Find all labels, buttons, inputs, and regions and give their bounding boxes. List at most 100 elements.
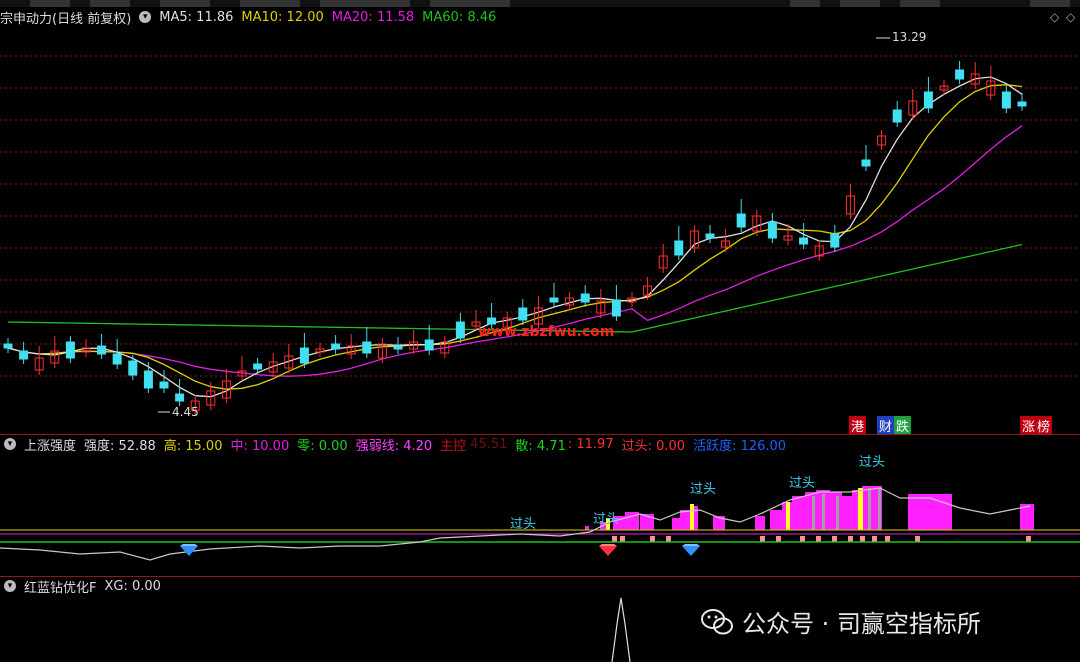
candle-body (736, 213, 746, 228)
overhead-label-4: 过头 (789, 476, 815, 491)
red-diamond-icon (599, 544, 617, 556)
strength-bar (792, 496, 806, 530)
watermark-text: 公众号 · 司赢空指标所 (742, 610, 981, 638)
pink-marker (860, 536, 865, 542)
overhead-value: 过头: 0.00 (621, 438, 686, 454)
badge-finance[interactable]: 财 (877, 416, 895, 435)
scatter-value: 散: 4.71 (515, 438, 566, 454)
pink-marker (872, 536, 877, 542)
pink-marker (620, 536, 625, 542)
overhead-label-5: 过头 (859, 455, 885, 470)
mid-value: 中: 10.00 (230, 438, 290, 454)
indicator2-name[interactable]: 红蓝钻优化F (24, 577, 96, 596)
overhead-label-1: 过头 (510, 517, 536, 532)
overhead-label-2: 过头 (593, 512, 619, 527)
pink-marker (885, 536, 890, 542)
pink-marker (832, 536, 837, 542)
strength-bar (908, 494, 952, 530)
candle-body (861, 159, 871, 167)
strong-weak-value: 强弱线: 4.20 (355, 438, 433, 454)
activity-value: 活跃度: 126.00 (693, 438, 787, 454)
gray-bar (836, 496, 839, 530)
main-ctrl-label: 主控 (440, 438, 467, 454)
strength-bar (828, 492, 842, 530)
chevron-down-icon[interactable]: ▾ (139, 11, 152, 23)
strength-bar (770, 510, 784, 530)
diamond-icon[interactable]: ◇ (1050, 10, 1059, 24)
candle-body (892, 109, 902, 123)
candle-body (611, 299, 621, 317)
highlight-bar (786, 502, 790, 530)
candle-body (549, 297, 559, 303)
candle-body (799, 237, 809, 245)
candle-body (253, 363, 263, 370)
gray-bar (868, 488, 871, 530)
ma20-value: MA20: 11.58 (331, 9, 415, 25)
blue-diamond-icon (180, 544, 198, 556)
indicator1-chart[interactable]: 过头 过头 过头 过头 过头 (0, 452, 1080, 576)
gray-bar (812, 496, 815, 530)
candlestick-chart[interactable]: 13.29 4.45 www.zbzfwu.com (0, 26, 1080, 434)
wechat-watermark: 公众号 · 司赢空指标所 (700, 604, 981, 639)
candle-body (143, 370, 153, 389)
candle-body (955, 69, 965, 80)
xg-value: XG: 0.00 (104, 578, 161, 594)
main-chart-header: 宗申动力(日线 前复权) ▾ MA5: 11.86 MA10: 12.00 MA… (0, 8, 504, 27)
candle-body (65, 341, 75, 359)
candle-body (424, 339, 434, 351)
candle-body (767, 221, 777, 239)
xg-spike (611, 597, 631, 662)
candle-body (705, 233, 715, 239)
candle-body (112, 353, 122, 365)
high-value: 高: 15.00 (163, 438, 223, 454)
candle-body (455, 321, 465, 339)
pink-marker (816, 536, 821, 542)
pink-marker (776, 536, 781, 542)
highlight-bar (858, 488, 863, 530)
ma60-value: MA60: 8.46 (422, 9, 497, 25)
badge-drop[interactable]: 跌 (894, 416, 912, 435)
pink-marker (800, 536, 805, 542)
pink-marker (650, 536, 655, 542)
candle-body (159, 381, 169, 389)
ma5-value: MA5: 11.86 (159, 9, 234, 25)
candle-body (331, 343, 341, 350)
candle-body (923, 91, 933, 109)
ma10-value: MA10: 12.00 (241, 9, 324, 25)
overhead-label-3: 过头 (690, 482, 716, 497)
strength-bar (672, 518, 680, 530)
extra-value: : 11.97 (567, 436, 614, 452)
blue-diamond-icon (682, 544, 700, 556)
high-price-label: 13.29 (892, 30, 926, 44)
overlay-icon[interactable]: ◇ (1066, 10, 1075, 24)
strength-value: 强度: 52.88 (84, 438, 156, 454)
indicator2-header: ▾ 红蓝钻优化F XG: 0.00 (0, 577, 169, 596)
pink-marker (915, 536, 920, 542)
gray-bar (878, 488, 881, 530)
chevron-down-icon[interactable]: ▾ (4, 438, 16, 450)
candle-body (1017, 101, 1027, 107)
candle-body (830, 233, 840, 248)
pink-marker (1026, 536, 1031, 542)
strength-bar (755, 516, 765, 530)
badge-hk[interactable]: 港 (849, 416, 867, 435)
candle-body (393, 345, 403, 350)
site-watermark: www.zbzfwu.com (478, 324, 614, 340)
candle-body (518, 307, 528, 321)
pink-marker (760, 536, 765, 542)
strength-bar (585, 526, 589, 530)
pink-marker (848, 536, 853, 542)
strength-bar (840, 496, 854, 530)
wechat-icon (701, 608, 733, 634)
candle-body (580, 293, 590, 303)
indicator1-name[interactable]: 上涨强度 (24, 435, 76, 454)
top-toolbar (0, 0, 1080, 7)
indicator1-header: ▾ 上涨强度 强度: 52.88 高: 15.00 中: 10.00 零: 0.… (0, 435, 794, 454)
chevron-down-icon[interactable]: ▾ (4, 580, 16, 592)
candle-body (3, 343, 13, 349)
badge-rank[interactable]: 榜 (1035, 416, 1053, 435)
highlight-bar (690, 504, 694, 530)
gray-bar (822, 494, 825, 530)
candle-body (128, 360, 138, 376)
stock-title[interactable]: 宗申动力(日线 前复权) (0, 8, 131, 27)
